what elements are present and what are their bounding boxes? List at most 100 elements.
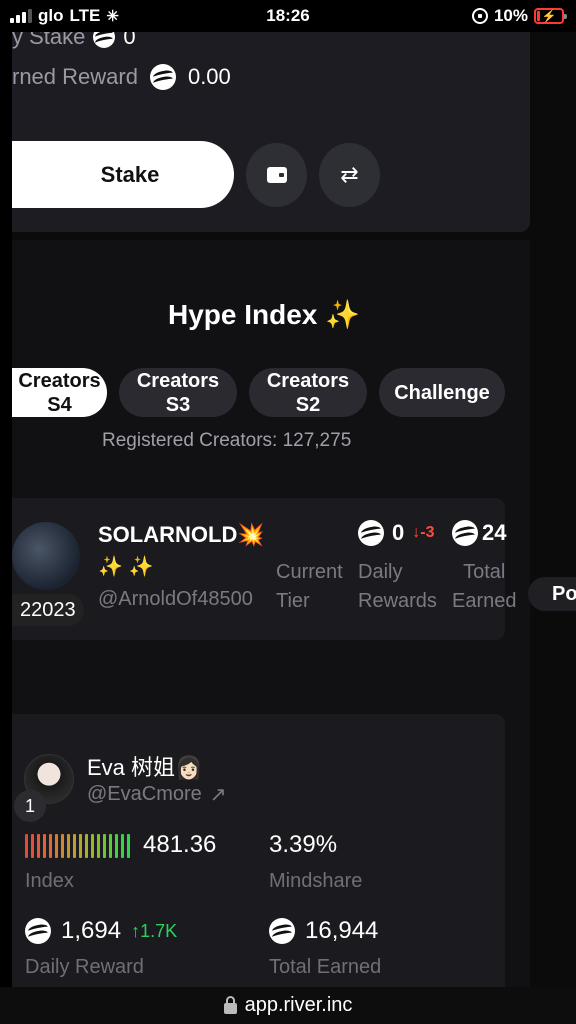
meter-bar: [25, 834, 28, 858]
tier-label-line1: Current: [276, 561, 343, 583]
river-coin-icon: [149, 64, 176, 90]
total-earned-value: 16,944: [269, 917, 378, 945]
earned-reward-label: rned Reward: [12, 64, 138, 89]
tab-creators-s2[interactable]: Creators S2: [249, 368, 367, 417]
daily-change-up: ↑1.7K: [131, 920, 178, 941]
meter-bar: [103, 834, 106, 858]
hype-index-title-text: Hype Index: [167, 299, 318, 330]
orientation-lock-icon: [471, 8, 488, 24]
browser-url-bar[interactable]: app.river.inc: [0, 987, 576, 1024]
creator-name: Eva 树姐👩🏻: [87, 755, 203, 780]
meter-bar: [49, 834, 52, 858]
tab-label-line1: Creators: [136, 369, 220, 392]
page: y Stake 0 rned Reward 0.00 Stake ⇄ Hype …: [0, 32, 576, 987]
joined-badge: 22023: [12, 594, 84, 626]
swap-button[interactable]: ⇄: [319, 143, 380, 207]
index-label: Index: [25, 870, 74, 892]
total-earned-value: 24: [452, 520, 506, 546]
swap-arrows-icon: ⇄: [340, 162, 359, 187]
tier-label-line2: Tier: [276, 590, 310, 612]
wallet-button[interactable]: [246, 143, 307, 207]
tab-label-line2: S2: [295, 393, 321, 416]
meter-bar: [37, 834, 40, 858]
meter-bar: [31, 834, 34, 858]
tab-label-line1: Creators: [18, 369, 101, 392]
leaderboard-card[interactable]: 1 Eva 树姐👩🏻 @EvaCmore ↗ 481.36 Index 3.39…: [12, 714, 505, 987]
mindshare-label: Mindshare: [269, 870, 363, 892]
meter-bar: [127, 834, 130, 858]
meter-bar: [73, 834, 76, 858]
meter-bar: [115, 834, 118, 858]
tab-label-line1: Creators: [266, 369, 350, 392]
total-earned-number: 24: [482, 520, 507, 545]
my-stake-row: y Stake 0: [12, 32, 136, 50]
creator-handle-link[interactable]: @EvaCmore ↗: [87, 782, 227, 807]
hype-index-title: Hype Index ✨: [12, 298, 516, 331]
river-coin-icon: [269, 918, 295, 944]
creator-handle: @EvaCmore: [87, 783, 202, 805]
sparkle-icon: ✨: [325, 299, 361, 330]
stake-card: y Stake 0 rned Reward 0.00 Stake ⇄: [12, 32, 530, 232]
river-coin-icon: [358, 520, 384, 546]
battery-charging-icon: ⚡: [534, 8, 567, 24]
meter-bar: [67, 834, 70, 858]
tab-creators-s4[interactable]: Creators S4: [12, 368, 107, 417]
wallet-icon: [266, 167, 287, 183]
index-value: 481.36: [143, 831, 217, 858]
daily-reward-value: 1,694 ↑1.7K: [25, 917, 177, 945]
creator-handle: @ArnoldOf48500: [98, 588, 253, 610]
daily-change-down: ↓-3: [412, 524, 435, 541]
daily-label-line2: Rewards: [358, 590, 437, 612]
tab-label-line1: Challenge: [394, 381, 490, 404]
lock-icon: [223, 995, 237, 1014]
tab-label-line2: S4: [47, 393, 72, 416]
mindshare-value: 3.39%: [269, 831, 338, 858]
rank-badge: 1: [14, 790, 46, 822]
status-right: 10% ⚡: [471, 6, 567, 26]
total-earned-label: Total Earned: [452, 558, 517, 616]
daily-reward-label: Daily Reward: [25, 956, 144, 978]
status-bar: glo LTE ✳ 18:26 10% ⚡: [0, 0, 576, 32]
river-coin-icon: [93, 32, 116, 48]
total-earned-number: 16,944: [305, 917, 379, 944]
my-stake-value: 0: [123, 32, 136, 49]
meter-bar: [91, 834, 94, 858]
total-label-line2: Earned: [452, 590, 517, 612]
meter-bar: [109, 834, 112, 858]
river-coin-icon: [25, 918, 51, 944]
daily-label-line1: Daily: [358, 561, 403, 583]
tab-creators-s3[interactable]: Creators S3: [119, 368, 237, 417]
my-stake-label: y Stake: [12, 32, 86, 49]
daily-rewards-value: 0 ↓-3: [358, 520, 434, 546]
stake-button[interactable]: Stake: [12, 141, 234, 208]
side-pill-button[interactable]: Po: [528, 577, 576, 611]
daily-rewards-number: 0: [392, 520, 405, 545]
earned-reward-row: rned Reward 0.00: [12, 64, 231, 90]
daily-rewards-label: Daily Rewards: [358, 558, 437, 616]
my-creator-card[interactable]: 22023 SOLARNOLD💥 ✨ ✨ @ArnoldOf48500 Curr…: [12, 498, 517, 640]
tab-label-line2: S3: [165, 393, 191, 416]
river-coin-icon: [452, 520, 478, 546]
meter-bar: [85, 834, 88, 858]
total-earned-label: Total Earned: [269, 956, 382, 978]
battery-percent: 10%: [493, 6, 528, 25]
total-label-line1: Total: [463, 561, 506, 583]
hype-index-section: Hype Index ✨ Creators S4 Creators S3 Creat…: [12, 240, 530, 987]
meter-bar: [61, 834, 64, 858]
left-edge: [0, 32, 12, 987]
url-text: app.river.inc: [244, 994, 353, 1016]
meter-bar: [79, 834, 82, 858]
current-tier-label: Current Tier: [276, 558, 343, 616]
meter-bar: [55, 834, 58, 858]
avatar: [12, 522, 80, 590]
creator-name: SOLARNOLD💥: [98, 522, 265, 547]
tab-challenge[interactable]: Challenge: [379, 368, 505, 417]
registered-creators-count: Registered Creators: 127,275: [102, 430, 352, 451]
meter-bar: [43, 834, 46, 858]
earned-reward-value: 0.00: [187, 64, 231, 89]
daily-reward-number: 1,694: [61, 917, 122, 944]
sparkle-emojis: ✨ ✨: [98, 556, 154, 578]
index-meter: [25, 834, 130, 858]
meter-bar: [97, 834, 100, 858]
meter-bar: [121, 834, 124, 858]
